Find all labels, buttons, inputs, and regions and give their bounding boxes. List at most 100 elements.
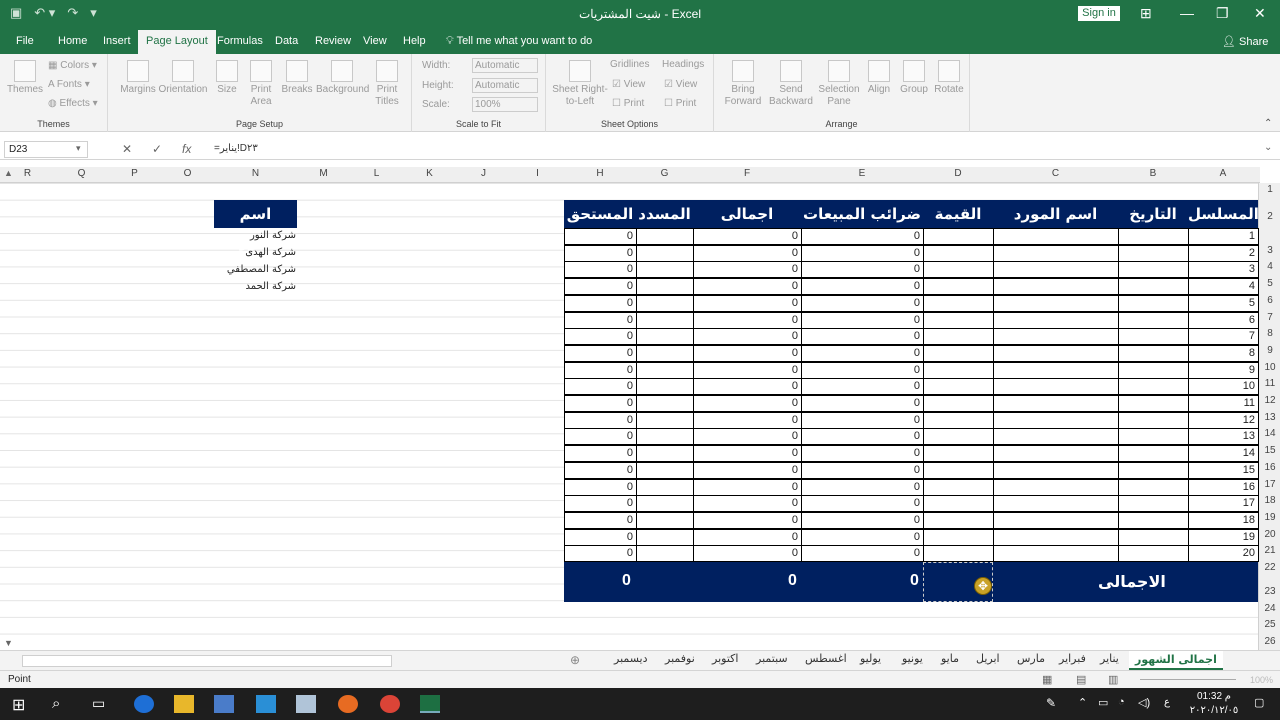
cell-supplier[interactable] [993, 478, 1119, 496]
cell-tax[interactable]: 0 [801, 361, 924, 379]
cell-date[interactable] [1118, 328, 1189, 346]
header-value[interactable]: القيمة [923, 200, 993, 228]
cell-due[interactable]: 0 [564, 545, 637, 563]
margins-button[interactable]: Margins [118, 60, 158, 96]
cell-supplier[interactable] [993, 361, 1119, 379]
pen-icon[interactable]: ✎ [1046, 696, 1056, 710]
cell-total[interactable]: 0 [693, 395, 802, 412]
total-invoices[interactable]: 0 [788, 572, 797, 590]
cell-supplier[interactable] [993, 461, 1119, 479]
sheet-tab-april[interactable]: ابريل [976, 652, 1000, 665]
cell-total[interactable]: 0 [693, 244, 802, 262]
cell-value[interactable] [923, 461, 994, 479]
cell-supplier[interactable] [993, 244, 1119, 262]
bring-forward-button[interactable]: Bring Forward [720, 60, 766, 108]
chrome-icon[interactable] [380, 695, 400, 713]
cell-supplier[interactable] [993, 545, 1119, 563]
row-header[interactable]: 8 [1259, 328, 1280, 339]
cell-tax[interactable]: 0 [801, 344, 924, 362]
cell-serial[interactable]: 6 [1188, 311, 1259, 329]
header-invoice-total[interactable]: اجمالى الفواتير [693, 200, 801, 251]
sheet-rtl-button[interactable]: Sheet Right-to-Left [552, 60, 608, 108]
cell-serial[interactable]: 8 [1188, 344, 1259, 362]
cell-tax[interactable]: 0 [801, 528, 924, 546]
cell-serial[interactable]: 13 [1188, 428, 1259, 446]
cell-value[interactable] [923, 328, 994, 346]
breaks-button[interactable]: Breaks [280, 60, 314, 96]
height-select[interactable]: Automatic [472, 78, 538, 93]
size-button[interactable]: Size [212, 60, 242, 96]
row-header[interactable]: 22 [1259, 562, 1280, 573]
col-header-e[interactable]: E [801, 168, 923, 179]
cell-due[interactable]: 0 [564, 445, 637, 463]
cell-value[interactable] [923, 395, 994, 412]
cell-total[interactable]: 0 [693, 428, 802, 446]
volume-icon[interactable]: ◁) [1138, 696, 1150, 709]
cell-serial[interactable]: 19 [1188, 528, 1259, 546]
cell-total[interactable]: 0 [693, 445, 802, 463]
row-header[interactable]: 21 [1259, 545, 1280, 556]
header-sales-tax[interactable]: ضرائب المبيعات [801, 200, 923, 228]
maximize-icon[interactable]: ❐ [1216, 5, 1229, 22]
cell-paid[interactable] [636, 344, 694, 362]
row-header[interactable]: 13 [1259, 412, 1280, 423]
formula-input[interactable]: =يناير!D٢٣ [214, 143, 258, 154]
cell-serial[interactable]: 17 [1188, 495, 1259, 513]
col-header-h[interactable]: H [564, 168, 636, 179]
cell-due[interactable]: 0 [564, 244, 637, 262]
total-due[interactable]: 0 [622, 572, 631, 590]
cell-value[interactable] [923, 361, 994, 379]
col-header-c[interactable]: C [993, 168, 1118, 179]
clock-time[interactable]: 01:32 م [1188, 691, 1240, 702]
close-icon[interactable]: ✕ [1254, 5, 1266, 22]
cell-paid[interactable] [636, 511, 694, 529]
cell-value[interactable] [923, 261, 994, 279]
firefox-icon[interactable] [338, 695, 358, 713]
rotate-button[interactable]: Rotate [932, 60, 966, 96]
sheet-tab-september[interactable]: سبتمبر [756, 652, 788, 665]
cell-date[interactable] [1118, 478, 1189, 496]
cell-date[interactable] [1118, 228, 1189, 245]
cell-supplier[interactable] [993, 311, 1119, 329]
cancel-icon[interactable]: ✕ [122, 142, 132, 156]
cell-value[interactable] [923, 311, 994, 329]
row-header[interactable]: 18 [1259, 495, 1280, 506]
scale-spinner[interactable]: 100% [472, 97, 538, 112]
cell-tax[interactable]: 0 [801, 445, 924, 463]
header-date[interactable]: التاريخ [1118, 200, 1188, 228]
app-icon[interactable] [296, 695, 316, 713]
cell-due[interactable]: 0 [564, 411, 637, 429]
cell-date[interactable] [1118, 361, 1189, 379]
col-header-q[interactable]: Q [55, 168, 108, 179]
cell-paid[interactable] [636, 545, 694, 563]
col-header-b[interactable]: B [1118, 168, 1188, 179]
windows-start-icon[interactable]: ⊞ [12, 695, 32, 714]
tab-home[interactable]: Home [58, 35, 87, 47]
supplier-list-header[interactable]: اسم المورد [214, 200, 297, 251]
header-supplier[interactable]: اسم المورد [993, 200, 1118, 228]
header-due[interactable]: المستحق [564, 200, 636, 228]
cell-value[interactable] [923, 445, 994, 463]
cell-due[interactable]: 0 [564, 428, 637, 446]
tray-expand-icon[interactable]: ⌃ [1078, 696, 1087, 709]
cell-total[interactable]: 0 [693, 511, 802, 529]
cell-tax[interactable]: 0 [801, 545, 924, 563]
cell-date[interactable] [1118, 294, 1189, 312]
col-header-o[interactable]: O [161, 168, 214, 179]
row-header[interactable]: 19 [1259, 512, 1280, 523]
scroll-down-icon[interactable]: ▼ [4, 638, 13, 648]
cell-serial[interactable]: 20 [1188, 545, 1259, 563]
search-icon[interactable]: ⌕ [52, 695, 72, 713]
sheet-tab-june[interactable]: يونيو [902, 652, 923, 665]
cell-supplier[interactable] [993, 528, 1119, 546]
sheet-tab-march[interactable]: مارس [1017, 652, 1045, 665]
headings-view-checkbox[interactable]: ☑ View [664, 79, 697, 90]
col-header-l[interactable]: L [350, 168, 403, 179]
cell-tax[interactable]: 0 [801, 395, 924, 412]
row-header[interactable]: 3 [1259, 245, 1280, 256]
cell-total[interactable]: 0 [693, 328, 802, 346]
cell-value[interactable] [923, 428, 994, 446]
col-header-f[interactable]: F [693, 168, 801, 179]
cell-value[interactable] [923, 511, 994, 529]
sheet-tab-may[interactable]: مايو [941, 652, 959, 665]
